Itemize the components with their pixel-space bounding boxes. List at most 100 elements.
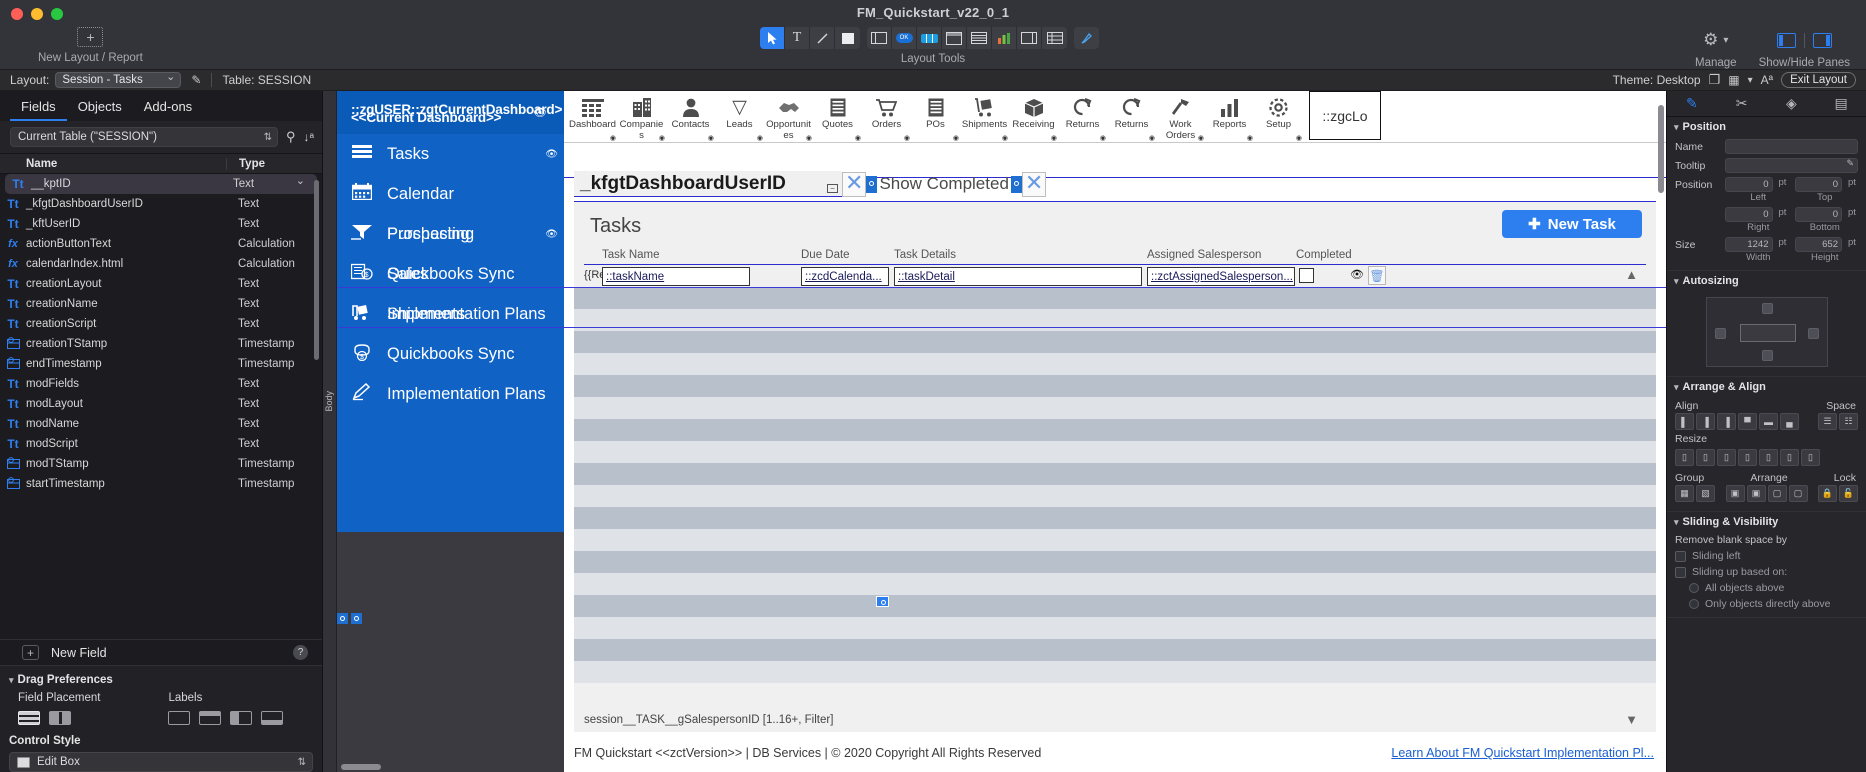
nav-item[interactable]: Implementation Plans xyxy=(337,374,564,414)
clear-filter-button-right[interactable]: ✕ xyxy=(1021,171,1047,197)
resize-largest-height-button[interactable]: ▯ xyxy=(1759,449,1778,466)
drawing-tools-group[interactable]: T xyxy=(760,27,860,49)
table-row[interactable] xyxy=(574,551,1656,573)
part-resize-handle[interactable] xyxy=(351,613,362,624)
space-horizontal-button[interactable]: ☰ xyxy=(1818,413,1837,430)
layout-canvas-area[interactable]: Body ::zgUSER::zgtCurrentDashboard> <<Cu… xyxy=(323,91,1666,772)
portal-field[interactable]: ::taskName xyxy=(602,267,750,286)
nav-item[interactable]: Calendar xyxy=(337,174,564,214)
placement-vertical-icon[interactable] xyxy=(18,711,40,725)
sort-az-icon[interactable]: ↓ᵃ xyxy=(304,130,314,144)
layout-canvas[interactable]: ::zgUSER::zgtCurrentDashboard> <<Current… xyxy=(337,91,1666,772)
expand-chevron-icon[interactable]: ▼ xyxy=(1625,712,1638,727)
new-layout-report-group[interactable]: + New Layout / Report xyxy=(38,27,143,64)
table-row[interactable] xyxy=(574,529,1656,551)
topnav-button[interactable]: Dashboard ◉ xyxy=(568,91,617,142)
help-icon[interactable]: ? xyxy=(293,645,308,660)
topnav-button[interactable]: Quotes ◉ xyxy=(813,91,862,142)
all-objects-above-row[interactable]: All objects above xyxy=(1667,580,1866,596)
align-right-button[interactable]: ▐ xyxy=(1717,413,1736,430)
grid-icon[interactable]: ▦ xyxy=(1728,73,1739,87)
field-list-item[interactable]: Tt _kfgtDashboardUserID Text xyxy=(0,194,322,214)
new-task-button[interactable]: ✚ New Task xyxy=(1502,210,1642,238)
only-directly-above-radio[interactable] xyxy=(1689,599,1699,609)
topnav-button[interactable]: Companies ◉ xyxy=(617,91,666,142)
tab-control-tool-button[interactable] xyxy=(967,27,992,49)
field-list-item[interactable]: Tt modName Text xyxy=(0,414,322,434)
topnav-button[interactable]: Setup ◉ xyxy=(1254,91,1303,142)
topnav-button[interactable]: Returns ◉ xyxy=(1107,91,1156,142)
bring-to-front-button[interactable]: ▣ xyxy=(1725,485,1745,502)
field-list-item[interactable]: Tt modFields Text xyxy=(0,374,322,394)
text-format-icon[interactable]: Aª xyxy=(1761,73,1773,87)
anchor-left[interactable] xyxy=(1714,328,1726,339)
table-row[interactable] xyxy=(574,397,1656,419)
sliding-left-checkbox[interactable] xyxy=(1675,550,1686,562)
align-center-h-button[interactable]: ▐ xyxy=(1696,413,1715,430)
field-placement-options[interactable] xyxy=(18,711,100,725)
panes-icons[interactable] xyxy=(1759,29,1850,51)
field-list-item[interactable]: Tt creationScript Text xyxy=(0,314,322,334)
table-row[interactable] xyxy=(574,441,1656,463)
label-none-icon[interactable] xyxy=(168,711,191,725)
align-bottom-button[interactable]: ▄ xyxy=(1780,413,1799,430)
table-row[interactable] xyxy=(574,287,1656,309)
sliding-up-checkbox[interactable] xyxy=(1675,566,1686,578)
field-type[interactable]: Text xyxy=(221,174,317,190)
manage-gear[interactable]: ⚙ ▾ xyxy=(1695,29,1737,51)
group-buttons[interactable]: ▦ ▧ xyxy=(1675,485,1715,502)
chevron-down-icon[interactable]: ▾ xyxy=(1748,75,1753,86)
position-section-title[interactable]: ▾ Position xyxy=(1667,117,1866,137)
fields-list[interactable]: Tt__kptIDTextTt_kfgtDashboardUserIDTextT… xyxy=(0,174,322,639)
edit-layout-pencil-icon[interactable]: ✎ xyxy=(191,73,201,87)
sliding-visibility-section-title[interactable]: ▾ Sliding & Visibility xyxy=(1667,512,1866,532)
width-input[interactable]: 1242 xyxy=(1725,237,1773,252)
table-row[interactable] xyxy=(574,595,1656,617)
part-resize-handle-left[interactable] xyxy=(337,613,348,624)
line-tool-button[interactable] xyxy=(810,27,835,49)
sliding-up-row[interactable]: Sliding up based on: xyxy=(1667,564,1866,580)
format-painter-tool-button[interactable] xyxy=(1074,27,1099,49)
topnav-button[interactable]: Returns ◉ xyxy=(1058,91,1107,142)
send-backward-button[interactable]: ▢ xyxy=(1767,485,1787,502)
canvas-horizontal-scrollbar[interactable] xyxy=(341,764,381,770)
format-painter-group[interactable] xyxy=(1074,27,1099,49)
top-input[interactable]: 0 xyxy=(1794,177,1842,192)
align-top-button[interactable]: ▀ xyxy=(1738,413,1757,430)
topnav-button[interactable]: Opportunites ◉ xyxy=(764,91,813,142)
tab-fields[interactable]: Fields xyxy=(10,99,67,121)
field-list-item[interactable]: creationTStamp Timestamp xyxy=(0,334,322,354)
height-input[interactable]: 652 xyxy=(1794,237,1842,252)
topnav-button[interactable]: Contacts ◉ xyxy=(666,91,715,142)
resize-smallest-both-button[interactable]: ▯ xyxy=(1717,449,1736,466)
table-row[interactable] xyxy=(574,419,1656,441)
new-layout-icon[interactable]: + xyxy=(77,27,104,47)
anchor-bottom[interactable] xyxy=(1761,350,1773,361)
field-list-item[interactable]: modTStamp Timestamp xyxy=(0,454,322,474)
delete-row-button[interactable]: 🗑 xyxy=(1368,266,1386,285)
nav-item[interactable]: $ Quickbooks Sync xyxy=(337,334,564,374)
inspector-tab-styles[interactable]: ✂ xyxy=(1717,91,1767,116)
group-button[interactable]: ▦ xyxy=(1675,485,1694,502)
theme-swatch-icon[interactable]: ❐ xyxy=(1709,72,1721,88)
rectangle-tool-button[interactable] xyxy=(835,27,860,49)
field-list-item[interactable]: fx actionButtonText Calculation xyxy=(0,234,322,254)
field-list-item[interactable]: Tt modLayout Text xyxy=(0,394,322,414)
bottom-input[interactable]: 0 xyxy=(1794,207,1842,222)
anchor-right[interactable] xyxy=(1807,328,1819,339)
table-row[interactable] xyxy=(574,617,1656,639)
label-below-icon[interactable] xyxy=(261,711,284,725)
layout-nav-sidebar[interactable]: ::zgUSER::zgtCurrentDashboard> <<Current… xyxy=(337,91,564,532)
labels-options[interactable] xyxy=(168,711,284,725)
portal-field[interactable]: ::taskDetail xyxy=(894,267,1142,286)
resize-match-button[interactable]: ▯ xyxy=(1801,449,1820,466)
autosizing-anchors[interactable] xyxy=(1705,297,1828,367)
layout-select[interactable]: Session - Tasks xyxy=(55,70,182,88)
label-left-icon[interactable] xyxy=(230,711,253,725)
topnav-button[interactable]: Orders ◉ xyxy=(862,91,911,142)
resize-largest-both-button[interactable]: ▯ xyxy=(1780,449,1799,466)
text-tool-button[interactable]: T xyxy=(785,27,810,49)
topnav-merge-field[interactable]: ::zgcLo xyxy=(1309,91,1381,140)
autosizing-section-title[interactable]: ▾ Autosizing xyxy=(1667,271,1866,291)
object-tools-group[interactable]: OK xyxy=(867,27,1067,49)
